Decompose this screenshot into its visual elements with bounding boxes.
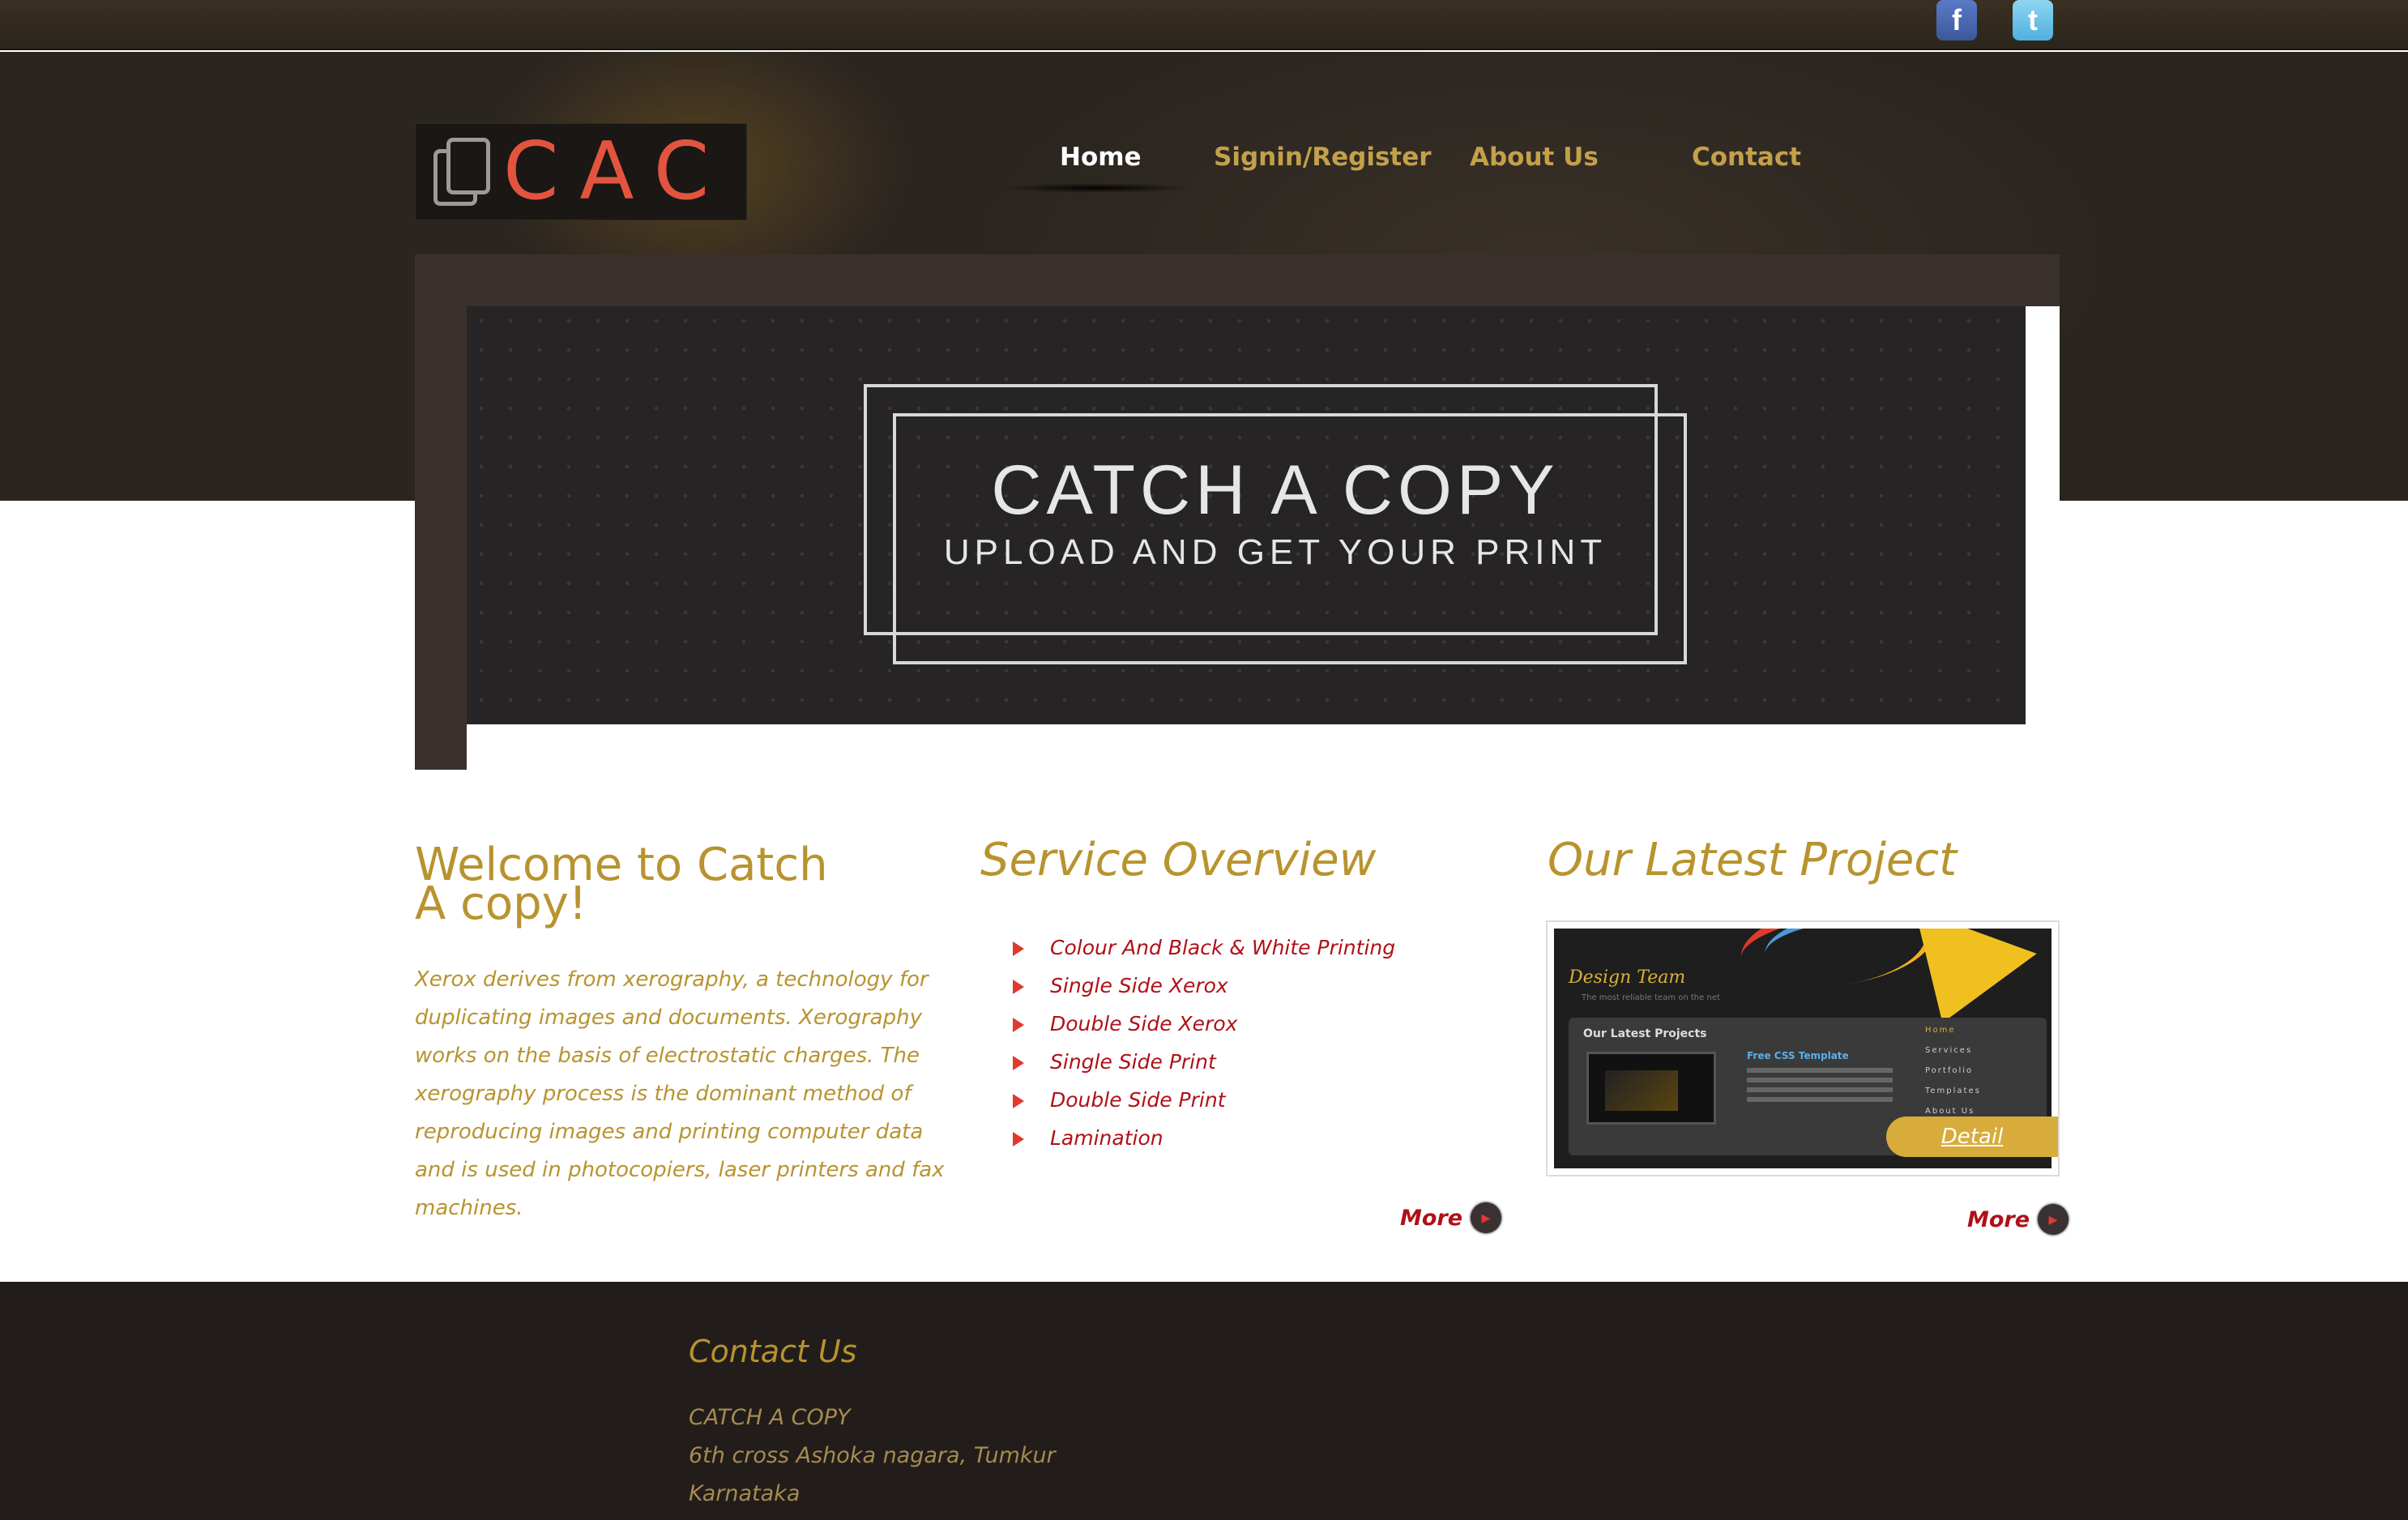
service-overview-title: Service Overview <box>980 834 1377 886</box>
project-more-link[interactable]: More ▸ <box>1967 1204 2069 1235</box>
hero-banner: CATCH A COPY UPLOAD AND GET YOUR PRINT <box>467 306 2026 724</box>
shot-menu-item: About Us <box>1925 1107 1975 1116</box>
shot-panel-title: Our Latest Projects <box>1583 1027 1707 1040</box>
shot-menu-item: Home <box>1925 1026 1956 1035</box>
service-item: Single Side Xerox <box>1013 970 1395 1008</box>
banner-title: CATCH A COPY <box>991 451 1560 529</box>
contact-us-title: Contact Us <box>689 1334 857 1369</box>
shot-menu: Home Services Portfolio Templates About … <box>1925 1026 1981 1127</box>
nav-about-us[interactable]: About Us <box>1470 143 1599 172</box>
welcome-title: Welcome to Catch A copy! <box>415 839 828 930</box>
services-more-link[interactable]: More ▸ <box>1400 1202 1502 1233</box>
shot-subtitle: The most reliable team on the net <box>1582 993 1720 1002</box>
nav-active-indicator <box>1000 183 1194 193</box>
arrow-right-icon: ▸ <box>2038 1204 2069 1235</box>
service-item: Double Side Xerox <box>1013 1008 1395 1046</box>
banner-subtitle: UPLOAD AND GET YOUR PRINT <box>943 532 1607 572</box>
address-line: CATCH A COPY <box>689 1405 851 1430</box>
nav-contact[interactable]: Contact <box>1692 143 1801 172</box>
shot-text-lines <box>1747 1068 1893 1107</box>
facebook-icon[interactable]: f <box>1936 0 1977 41</box>
nav-home[interactable]: Home <box>1060 143 1142 172</box>
address-line: 6th cross Ashoka nagara, Tumkur <box>689 1443 1056 1468</box>
logo-text: CAC <box>503 126 731 218</box>
project-detail-button[interactable]: Detail <box>1886 1117 2058 1157</box>
service-item: Colour And Black & White Printing <box>1013 932 1395 970</box>
shot-menu-item: Portfolio <box>1925 1066 1974 1075</box>
latest-project-title: Our Latest Project <box>1548 834 1958 886</box>
service-item: Single Side Print <box>1013 1046 1395 1084</box>
address-line: Karnataka <box>689 1481 801 1506</box>
shot-menu-item: Templates <box>1925 1087 1981 1095</box>
contact-address: CATCH A COPY 6th cross Ashoka nagara, Tu… <box>689 1398 1056 1513</box>
arrow-right-icon: ▸ <box>1471 1202 1502 1233</box>
shot-title: Design Team <box>1569 967 1686 988</box>
service-item: Double Side Print <box>1013 1084 1395 1122</box>
footer: Contact Us CATCH A COPY 6th cross Ashoka… <box>0 1282 2408 1520</box>
twitter-icon[interactable]: t <box>2013 0 2053 41</box>
service-list: Colour And Black & White Printing Single… <box>1013 932 1395 1160</box>
shot-menu-item: Services <box>1925 1046 1973 1055</box>
more-label: More <box>1967 1206 2030 1232</box>
copy-icon <box>433 131 498 212</box>
top-bar: f t <box>0 0 2408 50</box>
more-label: More <box>1400 1205 1463 1231</box>
site-logo[interactable]: CAC <box>415 123 747 220</box>
welcome-text: Xerox derives from xerography, a technol… <box>415 967 945 1220</box>
service-item: Lamination <box>1013 1122 1395 1160</box>
shot-thumbnail <box>1586 1052 1716 1125</box>
shot-link: Free CSS Template <box>1747 1050 1849 1061</box>
nav-signin-register[interactable]: Signin/Register <box>1214 143 1432 172</box>
